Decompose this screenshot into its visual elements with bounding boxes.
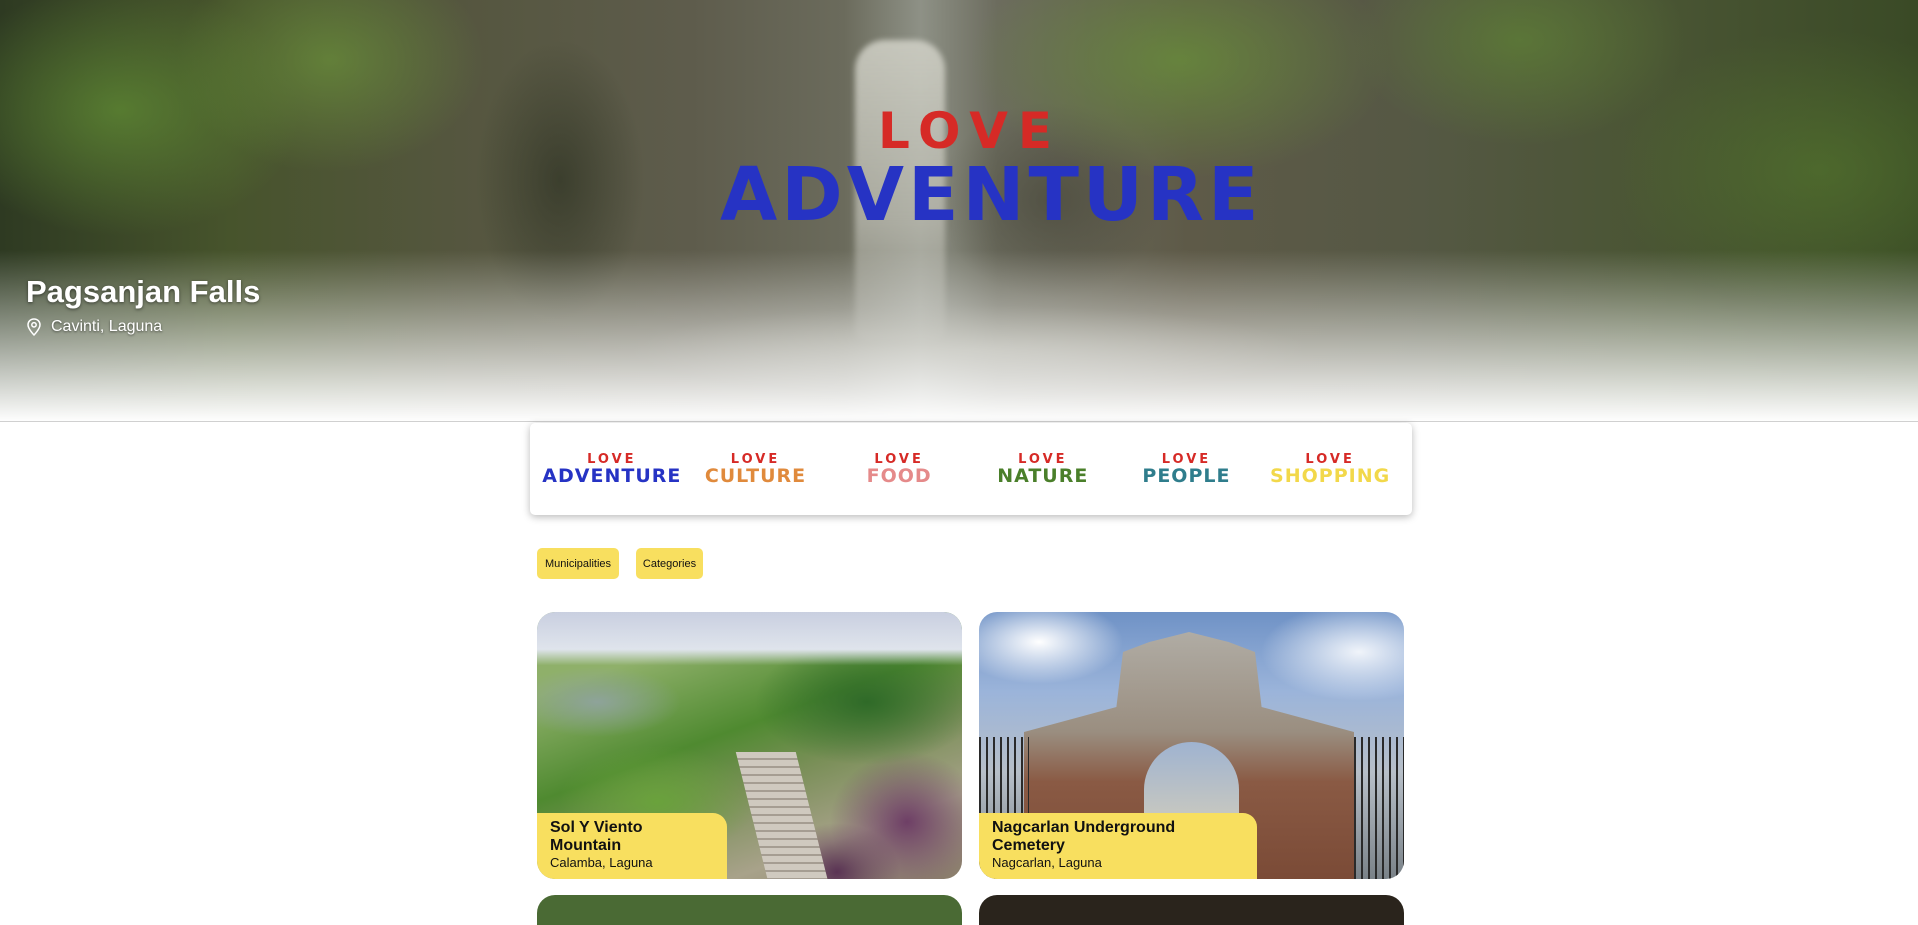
card-title: Sol Y Viento Mountain [550,819,643,854]
category-word-text: SHOPPING [1270,464,1391,487]
destination-card[interactable]: Sol Y Viento Mountain Calamba, Laguna [537,612,962,879]
category-love-food[interactable]: LOVE FOOD [834,453,964,486]
location-pin-icon [27,318,41,336]
category-love-text: LOVE [730,451,781,467]
card-location: Nagcarlan, Laguna [992,855,1102,870]
category-love-people[interactable]: LOVE PEOPLE [1121,453,1251,486]
category-love-text: LOVE [1161,451,1212,467]
destination-card-partial[interactable] [979,895,1404,925]
logo-adventure-text: ADVENTURE [720,152,1263,238]
category-word-text: PEOPLE [1142,464,1231,487]
page-title: Pagsanjan Falls [26,274,261,309]
municipalities-filter-button[interactable]: Municipalities [537,548,619,579]
category-love-nature[interactable]: LOVE NATURE [978,453,1108,486]
category-love-text: LOVE [1305,451,1355,467]
card-label: Sol Y Viento Mountain Calamba, Laguna [537,813,727,879]
destination-card-partial[interactable] [537,895,962,925]
card-title: Nagcarlan Underground Cemetery [992,819,1176,854]
categories-filter-button[interactable]: Categories [636,548,703,579]
category-love-text: LOVE [874,451,924,467]
hero-location-text: Cavinti, Laguna [51,318,163,335]
category-word-text: CULTURE [704,464,807,487]
destination-card[interactable]: Nagcarlan Underground Cemetery Nagcarlan… [979,612,1404,879]
category-love-culture[interactable]: LOVE CULTURE [690,453,820,486]
hero-divider [0,421,1918,422]
category-word-text: ADVENTURE [542,464,682,487]
category-love-text: LOVE [1018,451,1068,467]
card-image-detail [1354,737,1404,879]
category-love-adventure[interactable]: LOVE ADVENTURE [542,451,680,486]
card-label: Nagcarlan Underground Cemetery Nagcarlan… [979,813,1257,879]
hero-location: Cavinti, Laguna [26,318,162,336]
logo-love-text: LOVE [877,102,1063,160]
card-location: Calamba, Laguna [550,855,653,870]
category-word-text: NATURE [997,464,1089,487]
category-love-shopping[interactable]: LOVE SHOPPING [1265,453,1395,486]
category-logo-bar: LOVE ADVENTURE LOVE CULTURE LOVE FOOD LO… [530,423,1412,515]
love-adventure-logo: LOVE ADVENTURE [720,102,1263,238]
hero-banner: LOVE ADVENTURE Pagsanjan Falls Cavinti, … [0,0,1918,422]
category-word-text: FOOD [866,464,932,487]
category-love-text: LOVE [587,451,637,467]
hero-fade-overlay [0,250,1918,422]
